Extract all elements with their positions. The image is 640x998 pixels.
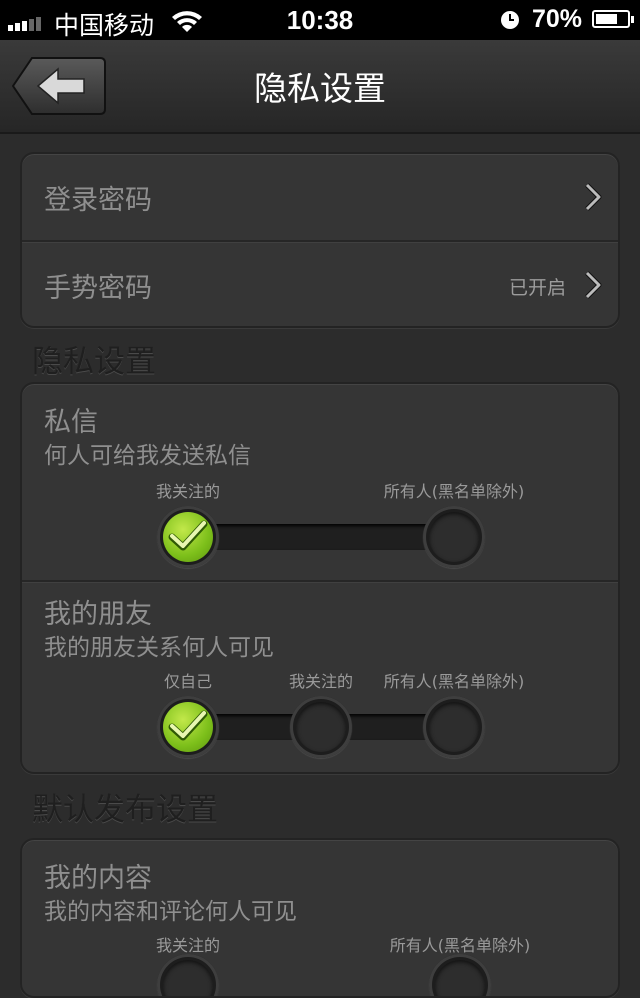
messages-option-label: 我关注的: [155, 482, 221, 501]
publish-section-title: 默认发布设置: [32, 792, 218, 828]
friends-option-knob-selected[interactable]: [157, 696, 219, 758]
chevron-right-icon: [584, 182, 602, 216]
page-title: 隐私设置: [254, 69, 386, 108]
messages-option-knob-selected[interactable]: [157, 506, 219, 568]
gesture-password-label: 手势密码: [44, 273, 152, 304]
login-password-label: 登录密码: [44, 185, 152, 216]
friends-option-label: 我关注的: [288, 672, 354, 691]
checkmark-icon: [168, 710, 208, 741]
friends-option-knob[interactable]: [290, 696, 352, 758]
content-option-knob[interactable]: [157, 954, 219, 996]
messages-option-label: 所有人(黑名单除外): [383, 482, 525, 501]
content-option-knob[interactable]: [429, 954, 491, 996]
friends-option-label: 仅自己: [163, 672, 213, 691]
checkmark-icon: [168, 520, 208, 551]
alarm-clock-icon: [500, 10, 520, 35]
friends-option-label: 所有人(黑名单除外): [383, 672, 525, 691]
friends-subtitle: 我的朋友关系何人可见: [44, 635, 274, 661]
battery-icon: [592, 10, 634, 28]
status-bar: 中国移动 10:38 70%: [0, 0, 640, 40]
chevron-right-icon: [584, 270, 602, 304]
battery-percentage: 70%: [532, 5, 583, 33]
divider: [22, 580, 618, 583]
privacy-section-title: 隐私设置: [32, 344, 156, 380]
security-group: 登录密码 手势密码 已开启: [20, 152, 620, 328]
friends-title: 我的朋友: [44, 599, 152, 630]
content-title: 我的内容: [44, 863, 152, 894]
messages-slider-track[interactable]: [188, 524, 454, 550]
messages-title: 私信: [44, 407, 98, 438]
messages-subtitle: 何人可给我发送私信: [44, 443, 251, 469]
gesture-password-status: 已开启: [508, 277, 566, 299]
publish-group: 我的内容 我的内容和评论何人可见 我关注的 所有人(黑名单除外): [20, 838, 620, 998]
content-option-label: 我关注的: [155, 936, 221, 955]
privacy-group: 私信 何人可给我发送私信 我关注的 所有人(黑名单除外) 我的朋友 我的朋友关系…: [20, 382, 620, 774]
login-password-row[interactable]: 登录密码: [22, 154, 618, 240]
friends-option-knob[interactable]: [423, 696, 485, 758]
content-option-label: 所有人(黑名单除外): [389, 936, 531, 955]
gesture-password-row[interactable]: 手势密码 已开启: [22, 242, 618, 326]
messages-option-knob[interactable]: [423, 506, 485, 568]
content-subtitle: 我的内容和评论何人可见: [44, 899, 297, 925]
navigation-bar: 隐私设置: [0, 40, 640, 134]
